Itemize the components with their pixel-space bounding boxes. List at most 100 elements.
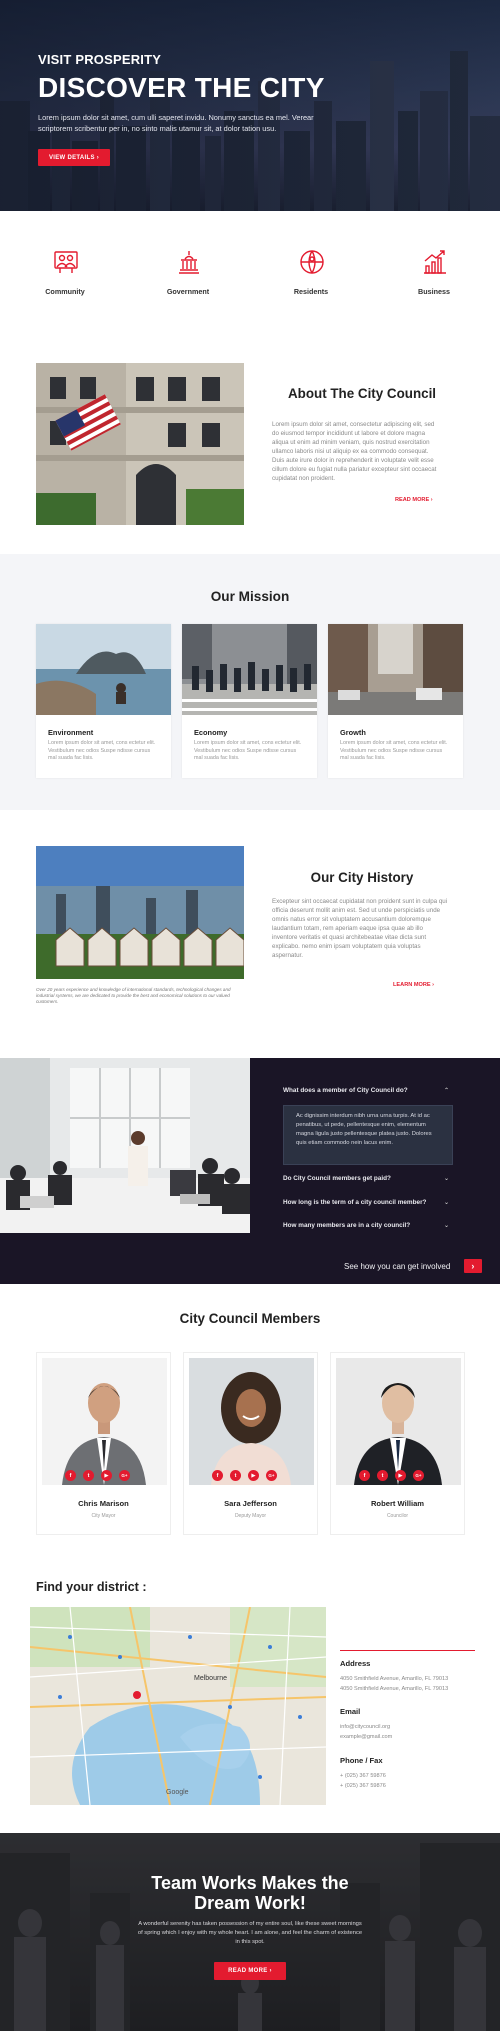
- footer-title-line1: Team Works Makes the: [151, 1873, 349, 1893]
- mission-card-text: Vestibulum nec odios Suspe ndisse cursus: [48, 747, 151, 754]
- hero-text-line2: scriptorem scribentur per in, no sinto m…: [38, 124, 277, 133]
- meeting-image: [0, 1058, 250, 1233]
- chevron-down-icon: ⌄: [443, 1176, 449, 1182]
- member-name: Sara Jefferson: [224, 1499, 277, 1508]
- chevron-down-icon: ⌄: [443, 1200, 449, 1206]
- history-title: Our City History: [310, 870, 414, 885]
- phone-line: + (025) 367 59876: [340, 1773, 386, 1779]
- mission-card-title: Environment: [48, 728, 94, 737]
- about-body: Lorem ipsum dolor sit amet, consectetur …: [272, 420, 452, 483]
- facebook-icon[interactable]: f: [65, 1470, 76, 1481]
- mission-card-text: Vestibulum nec odios Suspe ndisse cursus: [340, 747, 443, 754]
- mission-card-text: Lorem ipsum dolor sit amet, cons ectetur…: [340, 740, 448, 746]
- mission-card-title: Growth: [340, 728, 366, 737]
- business-icon: [424, 250, 446, 274]
- google-plus-icon[interactable]: G+: [119, 1470, 130, 1481]
- youtube-icon[interactable]: ▶: [101, 1470, 112, 1481]
- about-line: do eiusmod tempor incididunt ut labore e…: [272, 430, 426, 437]
- member-card-sara[interactable]: f t ▶ G+ Sara Jefferson Deputy Mayor: [183, 1352, 318, 1535]
- footer-cta-section: Team Works Makes the Dream Work! A wonde…: [0, 1833, 500, 2031]
- members-title: City Council Members: [179, 1311, 321, 1326]
- member-role: City Mayor: [91, 1513, 116, 1519]
- member-card-robert[interactable]: f t ▶ G+ Robert William Councilor: [330, 1352, 465, 1535]
- history-line: Excepteur sint occaecat cupidatat non pr…: [272, 898, 448, 905]
- member-photo: [336, 1358, 461, 1485]
- history-learn-more-link[interactable]: LEARN MORE ›: [393, 982, 434, 988]
- address-line: 4050 Smithfield Avenue, Amarillo, FL 790…: [340, 1676, 449, 1682]
- faq-answer-line: quis etiam commodo nein lacus enim.: [296, 1140, 393, 1146]
- about-image: [36, 363, 244, 525]
- about-line: Lorem ipsum dolor sit amet, consectetur …: [272, 421, 435, 428]
- mission-card-title: Economy: [194, 728, 228, 737]
- about-line: cupidatat non proident.: [272, 475, 335, 482]
- view-details-button[interactable]: VIEW DETAILS ›: [38, 149, 110, 166]
- mission-card-environment[interactable]: Environment Lorem ipsum dolor sit amet, …: [36, 624, 171, 778]
- phone-title: Phone / Fax: [340, 1756, 383, 1765]
- google-plus-icon[interactable]: G+: [266, 1470, 277, 1481]
- about-line: cillum dolore eu fugiat nulla pariatur e…: [272, 466, 437, 473]
- mission-card-text: mal suada fac lisis.: [340, 755, 386, 761]
- facebook-icon[interactable]: f: [212, 1470, 223, 1481]
- twitter-icon[interactable]: t: [230, 1470, 241, 1481]
- youtube-icon[interactable]: ▶: [248, 1470, 259, 1481]
- faq-question-2[interactable]: Do City Council members get paid? ⌄: [283, 1175, 453, 1182]
- history-caption: Over 20 years experience and knowledge o…: [36, 987, 244, 1005]
- residents-icon: [300, 250, 324, 274]
- chevron-up-icon: ⌃: [443, 1088, 449, 1094]
- about-title: About The City Council: [287, 386, 437, 401]
- history-caption-line: customers.: [36, 999, 59, 1004]
- address-line: 4050 Smithfield Avenue, Amarillo, FL 790…: [340, 1686, 449, 1692]
- history-line: explicabo. nemo enim ipsam voluptatem qu…: [272, 943, 421, 950]
- feature-label-residents: Residents: [293, 287, 329, 296]
- district-map[interactable]: Melbourne Google: [30, 1607, 326, 1805]
- email-line[interactable]: info@citycouncil.org: [340, 1722, 390, 1732]
- district-title: Find your district :: [36, 1580, 147, 1594]
- mission-card-growth[interactable]: Growth Lorem ipsum dolor sit amet, cons …: [328, 624, 463, 778]
- hero-title: DISCOVER THE CITY: [38, 72, 325, 103]
- faq-question-3[interactable]: How long is the term of a city council m…: [283, 1199, 453, 1206]
- get-involved-text: See how you can get involved: [344, 1262, 451, 1271]
- get-involved-button[interactable]: ›: [464, 1259, 482, 1273]
- growth-image: [328, 624, 463, 715]
- contact-divider: [340, 1650, 475, 1651]
- faq-question-text: How many members are in a city council?: [283, 1222, 411, 1229]
- history-line: inventore veritatis et quasi architebeat…: [272, 934, 427, 941]
- about-read-more-link[interactable]: READ MORE ›: [395, 497, 433, 503]
- mission-card-economy[interactable]: Economy Lorem ipsum dolor sit amet, cons…: [182, 624, 317, 778]
- faq-question-1[interactable]: What does a member of City Council do? ⌃: [283, 1087, 453, 1094]
- youtube-icon[interactable]: ▶: [395, 1470, 406, 1481]
- history-body: Excepteur sint occaecat cupidatat non pr…: [272, 897, 452, 960]
- feature-label-community: Community: [45, 287, 85, 296]
- email-line[interactable]: example@gmail.com: [340, 1732, 392, 1742]
- faq-question-4[interactable]: How many members are in a city council? …: [283, 1222, 453, 1229]
- faq-answer-panel: Ac dignissim interdum nibh urna urna tur…: [283, 1105, 453, 1165]
- faq-question-text: What does a member of City Council do?: [283, 1087, 408, 1094]
- facebook-icon[interactable]: f: [359, 1470, 370, 1481]
- member-photo: [189, 1358, 314, 1485]
- history-line: omnis natus error sit voluptatem accusan…: [272, 916, 431, 923]
- twitter-icon[interactable]: t: [83, 1470, 94, 1481]
- faq-answer-line: Ac dignissim interdum nibh urna urna tur…: [296, 1113, 430, 1119]
- mission-card-text: Vestibulum nec odios Suspe ndisse cursus: [194, 747, 297, 754]
- feature-label-government: Government: [166, 287, 210, 296]
- footer-title-line2: Dream Work!: [194, 1893, 306, 1913]
- faq-question-text: How long is the term of a city council m…: [283, 1199, 427, 1206]
- map-brand-label: Google: [166, 1789, 189, 1796]
- footer-read-more-button[interactable]: READ MORE ›: [214, 1962, 286, 1980]
- footer-text-line1: A wonderful serenity has taken possessio…: [138, 1921, 362, 1927]
- member-photo: [42, 1358, 167, 1485]
- chevron-down-icon: ⌄: [443, 1223, 449, 1229]
- member-card-chris[interactable]: f t ▶ G+ Chris Marison City Mayor: [36, 1352, 171, 1535]
- mission-card-text: Lorem ipsum dolor sit amet, cons ectetur…: [194, 740, 302, 746]
- mission-card-text: Lorem ipsum dolor sit amet, cons ectetur…: [48, 740, 156, 746]
- history-line: aspernatur.: [272, 952, 303, 959]
- hero-section: VISIT PROSPERITY DISCOVER THE CITY Lorem…: [0, 0, 500, 211]
- footer-text-line2: of spring which I enjoy with my whole he…: [137, 1930, 363, 1936]
- about-line: Duis aute irure dolor in reprehenderit i…: [272, 457, 434, 464]
- footer-text-line3: in this spot.: [235, 1939, 265, 1945]
- mission-card-text: mal suada fac lisis.: [48, 755, 94, 761]
- google-plus-icon[interactable]: G+: [413, 1470, 424, 1481]
- email-title: Email: [340, 1707, 361, 1716]
- hero-kicker: VISIT PROSPERITY: [38, 52, 162, 67]
- twitter-icon[interactable]: t: [377, 1470, 388, 1481]
